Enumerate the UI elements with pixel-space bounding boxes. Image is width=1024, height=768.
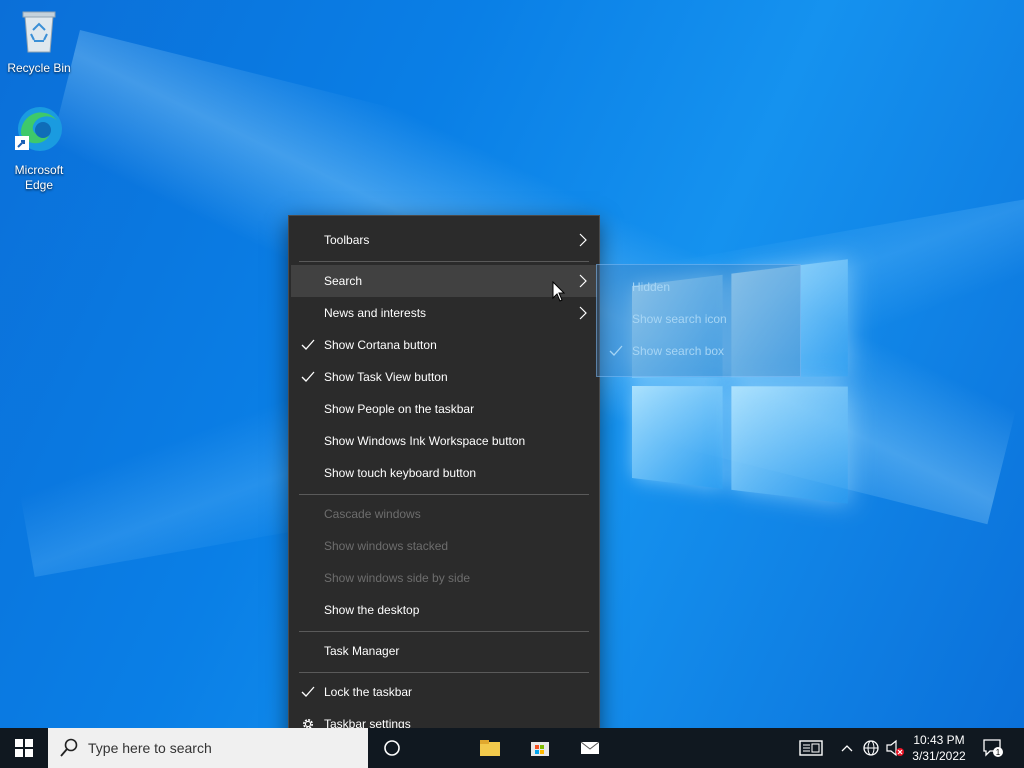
news-and-interests-icon[interactable] bbox=[796, 728, 826, 768]
chevron-right-icon bbox=[579, 306, 587, 320]
taskbar-clock[interactable]: 10:43 PM 3/31/2022 bbox=[906, 732, 972, 764]
edge-label: Microsoft Edge bbox=[14, 163, 64, 192]
chevron-right-icon bbox=[579, 233, 587, 247]
menu-item-show-touch-keyboard[interactable]: Show touch keyboard button bbox=[291, 457, 597, 489]
clock-time: 10:43 PM bbox=[913, 733, 965, 747]
menu-item-label: Task Manager bbox=[324, 644, 400, 658]
menu-item-label: Toolbars bbox=[324, 233, 370, 247]
submenu-item-show-search-icon[interactable]: Show search icon bbox=[599, 303, 798, 335]
recycle-bin-icon bbox=[1, 8, 77, 58]
menu-item-show-the-desktop[interactable]: Show the desktop bbox=[291, 594, 597, 626]
start-button[interactable] bbox=[0, 728, 48, 768]
menu-item-show-windows-ink[interactable]: Show Windows Ink Workspace button bbox=[291, 425, 597, 457]
menu-separator bbox=[299, 672, 589, 673]
taskbar-search-box[interactable]: Type here to search bbox=[48, 728, 368, 768]
network-globe-icon[interactable] bbox=[860, 728, 882, 768]
menu-item-show-people[interactable]: Show People on the taskbar bbox=[291, 393, 597, 425]
search-placeholder: Type here to search bbox=[88, 740, 212, 756]
edge-icon bbox=[1, 104, 77, 160]
microsoft-store-icon[interactable] bbox=[526, 728, 554, 768]
notification-count: 1 bbox=[996, 748, 1001, 757]
recycle-bin-label: Recycle Bin bbox=[7, 61, 71, 75]
menu-item-label: Lock the taskbar bbox=[324, 685, 413, 699]
menu-separator bbox=[299, 631, 589, 632]
submenu-item-hidden[interactable]: Hidden bbox=[599, 271, 798, 303]
menu-item-label: Show Task View button bbox=[324, 370, 448, 384]
menu-item-label: News and interests bbox=[324, 306, 427, 320]
submenu-item-show-search-box[interactable]: Show search box bbox=[599, 335, 798, 367]
menu-item-label: Show search box bbox=[632, 344, 725, 358]
menu-item-show-windows-side-by-side: Show windows side by side bbox=[291, 562, 597, 594]
clock-date: 3/31/2022 bbox=[912, 749, 966, 763]
menu-separator bbox=[299, 261, 589, 262]
menu-item-show-task-view-button[interactable]: Show Task View button bbox=[291, 361, 597, 393]
menu-item-task-manager[interactable]: Task Manager bbox=[291, 635, 597, 667]
taskbar: Type here to search 10:43 PM 3/31/2022 1 bbox=[0, 728, 1024, 768]
menu-item-label: Show search icon bbox=[632, 312, 727, 326]
menu-item-label: Cascade windows bbox=[324, 507, 421, 521]
volume-muted-icon[interactable] bbox=[884, 728, 906, 768]
menu-item-show-windows-stacked: Show windows stacked bbox=[291, 530, 597, 562]
menu-item-label: Show People on the taskbar bbox=[324, 402, 475, 416]
search-icon bbox=[60, 738, 78, 757]
checkmark-icon bbox=[301, 371, 315, 382]
search-submenu: Hidden Show search icon Show search box bbox=[596, 264, 801, 377]
chevron-right-icon bbox=[579, 274, 587, 288]
menu-separator bbox=[299, 494, 589, 495]
menu-item-label: Search bbox=[324, 274, 363, 288]
menu-item-label: Show touch keyboard button bbox=[324, 466, 477, 480]
chevron-up-icon[interactable] bbox=[838, 728, 856, 768]
menu-item-label: Show Cortana button bbox=[324, 338, 437, 352]
action-center-icon[interactable]: 1 bbox=[978, 728, 1008, 768]
menu-item-show-cortana-button[interactable]: Show Cortana button bbox=[291, 329, 597, 361]
menu-item-toolbars[interactable]: Toolbars bbox=[291, 224, 597, 256]
menu-item-cascade-windows: Cascade windows bbox=[291, 498, 597, 530]
desktop-icon-recycle-bin[interactable]: Recycle Bin bbox=[1, 8, 77, 76]
windows-logo-icon bbox=[15, 739, 33, 757]
checkmark-icon bbox=[609, 345, 623, 356]
menu-item-label: Show Windows Ink Workspace button bbox=[324, 434, 526, 448]
menu-item-label: Show windows side by side bbox=[324, 571, 471, 585]
desktop-icon-microsoft-edge[interactable]: Microsoft Edge bbox=[1, 104, 77, 193]
mouse-cursor-icon bbox=[552, 281, 566, 302]
menu-item-label: Show windows stacked bbox=[324, 539, 449, 553]
cortana-icon[interactable] bbox=[378, 728, 406, 768]
menu-item-label: Hidden bbox=[632, 280, 671, 294]
checkmark-icon bbox=[301, 686, 315, 697]
menu-item-lock-the-taskbar[interactable]: Lock the taskbar bbox=[291, 676, 597, 708]
file-explorer-icon[interactable] bbox=[476, 728, 504, 768]
mail-icon[interactable] bbox=[576, 728, 604, 768]
menu-item-label: Show the desktop bbox=[324, 603, 420, 617]
checkmark-icon bbox=[301, 339, 315, 350]
